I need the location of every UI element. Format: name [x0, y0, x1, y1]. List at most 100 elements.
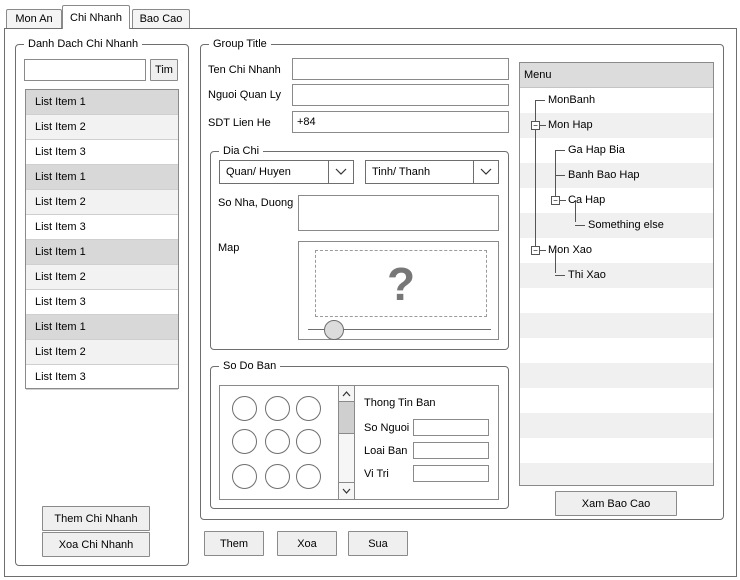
tab-label: Chi Nhanh [70, 11, 122, 24]
table-seat[interactable] [265, 429, 290, 454]
map-panel[interactable]: ? [298, 241, 499, 340]
scroll-thumb[interactable] [339, 402, 354, 434]
manager-field[interactable] [292, 84, 509, 106]
tree-connector [535, 100, 545, 101]
scroll-up-icon[interactable] [339, 386, 354, 402]
zoom-slider-thumb[interactable] [323, 320, 344, 340]
position-label: Vi Tri [364, 468, 389, 480]
tree-connector [575, 225, 585, 226]
tree-connector [555, 275, 565, 276]
chevron-down-icon [328, 161, 353, 183]
table-seat[interactable] [232, 396, 257, 421]
tree-connector [540, 125, 546, 126]
list-item[interactable]: List Item 1 [26, 315, 178, 340]
map-question-mark: ? [387, 258, 416, 310]
tree-row [520, 413, 713, 438]
list-item[interactable]: List Item 2 [26, 265, 178, 290]
search-button[interactable]: Tim [150, 59, 178, 81]
street-label: So Nha, Duong [218, 197, 294, 209]
list-item[interactable]: List Item 2 [26, 340, 178, 365]
chevron-down-icon [473, 161, 498, 183]
people-field[interactable] [413, 419, 489, 436]
tree-row [520, 438, 713, 463]
tree-node-label[interactable]: Thi Xao [568, 269, 606, 281]
branch-list: List Item 1 List Item 2 List Item 3 List It… [25, 89, 179, 390]
branch-list-title: Danh Dach Chi Nhanh [24, 37, 143, 51]
district-value: Quan/ Huyen [226, 166, 291, 178]
tree-row [520, 463, 713, 485]
table-info-title: Thong Tin Ban [364, 397, 436, 409]
seat-scrollbar[interactable] [338, 386, 355, 499]
table-seat[interactable] [296, 464, 321, 489]
collapse-icon[interactable]: − [531, 246, 540, 255]
list-item[interactable]: List Item 3 [26, 290, 178, 315]
tree-row [520, 338, 713, 363]
tree-node-label[interactable]: Banh Bao Hap [568, 169, 640, 181]
tree-node-label[interactable]: Something else [588, 219, 664, 231]
tree-node-label[interactable]: MonBanh [548, 94, 595, 106]
tab-label: Bao Cao [139, 13, 183, 25]
list-item[interactable]: List Item 3 [26, 365, 178, 390]
tab-chi-nhanh[interactable]: Chi Nhanh [62, 5, 130, 29]
table-seat[interactable] [296, 396, 321, 421]
delete-branch-button[interactable]: Xoa Chi Nhanh [42, 532, 150, 557]
list-item[interactable]: List Item 3 [26, 215, 178, 240]
table-layout-title: So Do Ban [219, 359, 281, 373]
table-seat[interactable] [232, 464, 257, 489]
tree-row [520, 263, 713, 288]
list-item[interactable]: List Item 1 [26, 165, 178, 190]
add-button[interactable]: Them [204, 531, 264, 556]
list-item[interactable]: List Item 1 [26, 90, 178, 115]
province-dropdown[interactable]: Tinh/ Thanh [365, 160, 499, 184]
province-value: Tinh/ Thanh [372, 166, 431, 178]
tab-mon-an[interactable]: Mon An [6, 9, 62, 28]
view-report-button[interactable]: Xam Bao Cao [555, 491, 677, 516]
table-type-field[interactable] [413, 442, 489, 459]
add-branch-button[interactable]: Them Chi Nhanh [42, 506, 150, 531]
edit-button[interactable]: Sua [348, 531, 408, 556]
phone-label: SDT Lien He [208, 117, 271, 129]
list-item[interactable]: List Item 3 [26, 140, 178, 165]
table-seat[interactable] [296, 429, 321, 454]
tree-node-label[interactable]: Mon Xao [548, 244, 592, 256]
table-seat[interactable] [265, 396, 290, 421]
tree-connector [560, 200, 566, 201]
collapse-icon[interactable]: − [531, 121, 540, 130]
table-type-label: Loai Ban [364, 445, 408, 457]
map-label: Map [218, 242, 240, 254]
position-field[interactable] [413, 465, 489, 482]
branch-name-label: Ten Chi Nhanh [208, 64, 281, 76]
table-seat[interactable] [232, 429, 257, 454]
tree-row [520, 313, 713, 338]
tab-label: Mon An [15, 13, 53, 25]
district-dropdown[interactable]: Quan/ Huyen [219, 160, 354, 184]
tree-node-label[interactable]: Ca Hap [568, 194, 605, 206]
tree-row [520, 288, 713, 313]
tree-connector [540, 250, 546, 251]
street-field[interactable] [298, 195, 499, 231]
branch-search-input[interactable] [24, 59, 146, 81]
menu-tree-header: Menu [520, 63, 713, 88]
list-item[interactable]: List Item 2 [26, 190, 178, 215]
collapse-icon[interactable]: − [551, 196, 560, 205]
tree-row [520, 388, 713, 413]
table-seat[interactable] [265, 464, 290, 489]
details-title: Group Title [209, 37, 271, 51]
menu-tree[interactable]: Menu MonBanh − Mon Hap Ga Hap Bia Banh Bao H… [519, 62, 714, 486]
list-item[interactable]: List Item 2 [26, 115, 178, 140]
list-item[interactable]: List Item 1 [26, 240, 178, 265]
tree-connector [555, 175, 565, 176]
delete-button[interactable]: Xoa [277, 531, 337, 556]
tree-row [520, 363, 713, 388]
phone-field[interactable]: +84 [292, 111, 509, 133]
tab-bao-cao[interactable]: Bao Cao [132, 9, 190, 28]
tree-row [520, 188, 713, 213]
branch-name-field[interactable] [292, 58, 509, 80]
scroll-down-icon[interactable] [339, 482, 354, 498]
manager-label: Nguoi Quan Ly [208, 89, 281, 101]
tree-connector [555, 150, 565, 151]
people-label: So Nguoi [364, 422, 410, 434]
tree-node-label[interactable]: Mon Hap [548, 119, 593, 131]
tree-node-label[interactable]: Ga Hap Bia [568, 144, 625, 156]
address-title: Dia Chi [219, 144, 264, 158]
